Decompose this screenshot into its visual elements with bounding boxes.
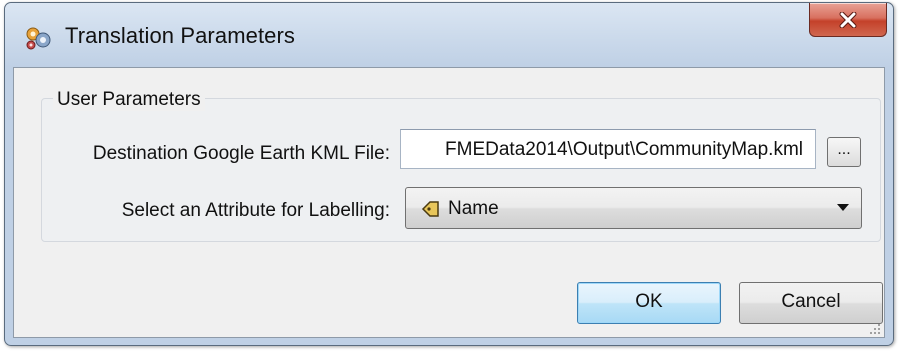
title-bar[interactable]: Translation Parameters (5, 3, 893, 67)
chevron-down-icon (837, 204, 849, 211)
attribute-label: Select an Attribute for Labelling: (121, 200, 390, 221)
close-button[interactable] (809, 3, 887, 37)
group-title: User Parameters (53, 89, 205, 111)
browse-button[interactable]: ... (827, 137, 861, 167)
destination-kml-input[interactable]: FMEData2014\Output\CommunityMap.kml (400, 129, 816, 169)
dialog-body: User Parameters Destination Google Earth… (13, 67, 885, 338)
attribute-tag-icon (421, 199, 441, 219)
close-icon (838, 11, 858, 28)
destination-kml-value: FMEData2014\Output\CommunityMap.kml (445, 139, 803, 160)
destination-kml-label: Destination Google Earth KML File: (92, 143, 390, 164)
resize-grip-icon[interactable] (869, 322, 881, 334)
attribute-selected-value: Name (448, 198, 499, 219)
attribute-select[interactable]: Name (405, 187, 862, 229)
ok-button[interactable]: OK (577, 282, 721, 324)
window-title: Translation Parameters (65, 23, 296, 48)
fme-workbench-app-icon (24, 25, 52, 51)
cancel-button[interactable]: Cancel (739, 282, 883, 324)
dialog-window: Translation Parameters User Parameters D… (4, 2, 894, 346)
